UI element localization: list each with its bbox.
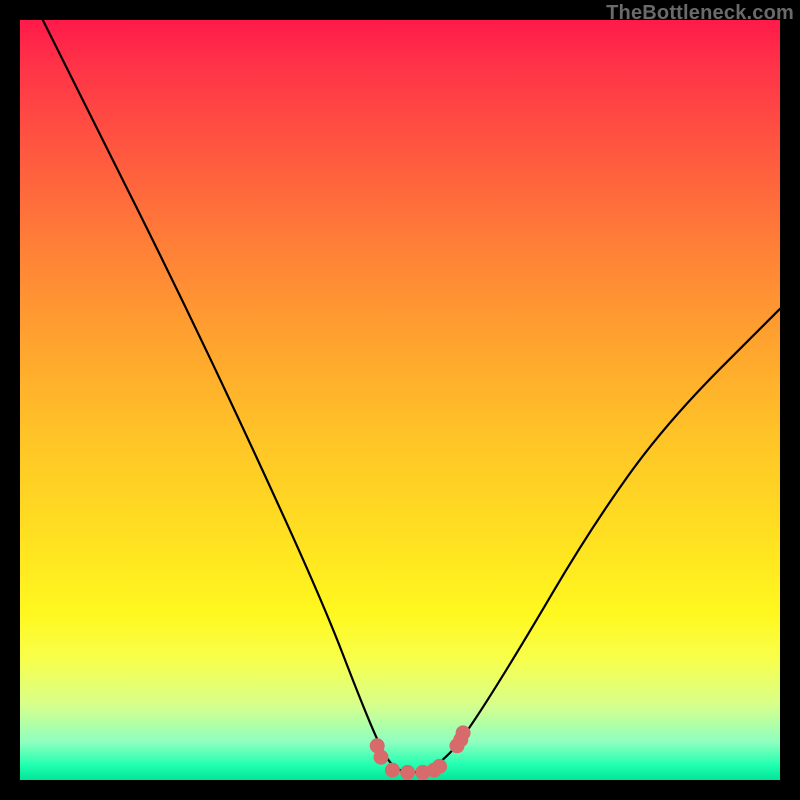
bottleneck-curve — [43, 20, 780, 772]
curve-markers — [370, 725, 471, 780]
watermark-text: TheBottleneck.com — [606, 2, 794, 25]
curve-marker — [374, 750, 389, 765]
curve-marker — [432, 759, 447, 774]
curve-marker — [456, 725, 471, 740]
curve-marker — [400, 765, 415, 780]
bottleneck-curve-svg — [20, 20, 780, 780]
curve-marker — [385, 763, 400, 778]
chart-gradient-area — [20, 20, 780, 780]
chart-frame: TheBottleneck.com — [0, 0, 800, 800]
